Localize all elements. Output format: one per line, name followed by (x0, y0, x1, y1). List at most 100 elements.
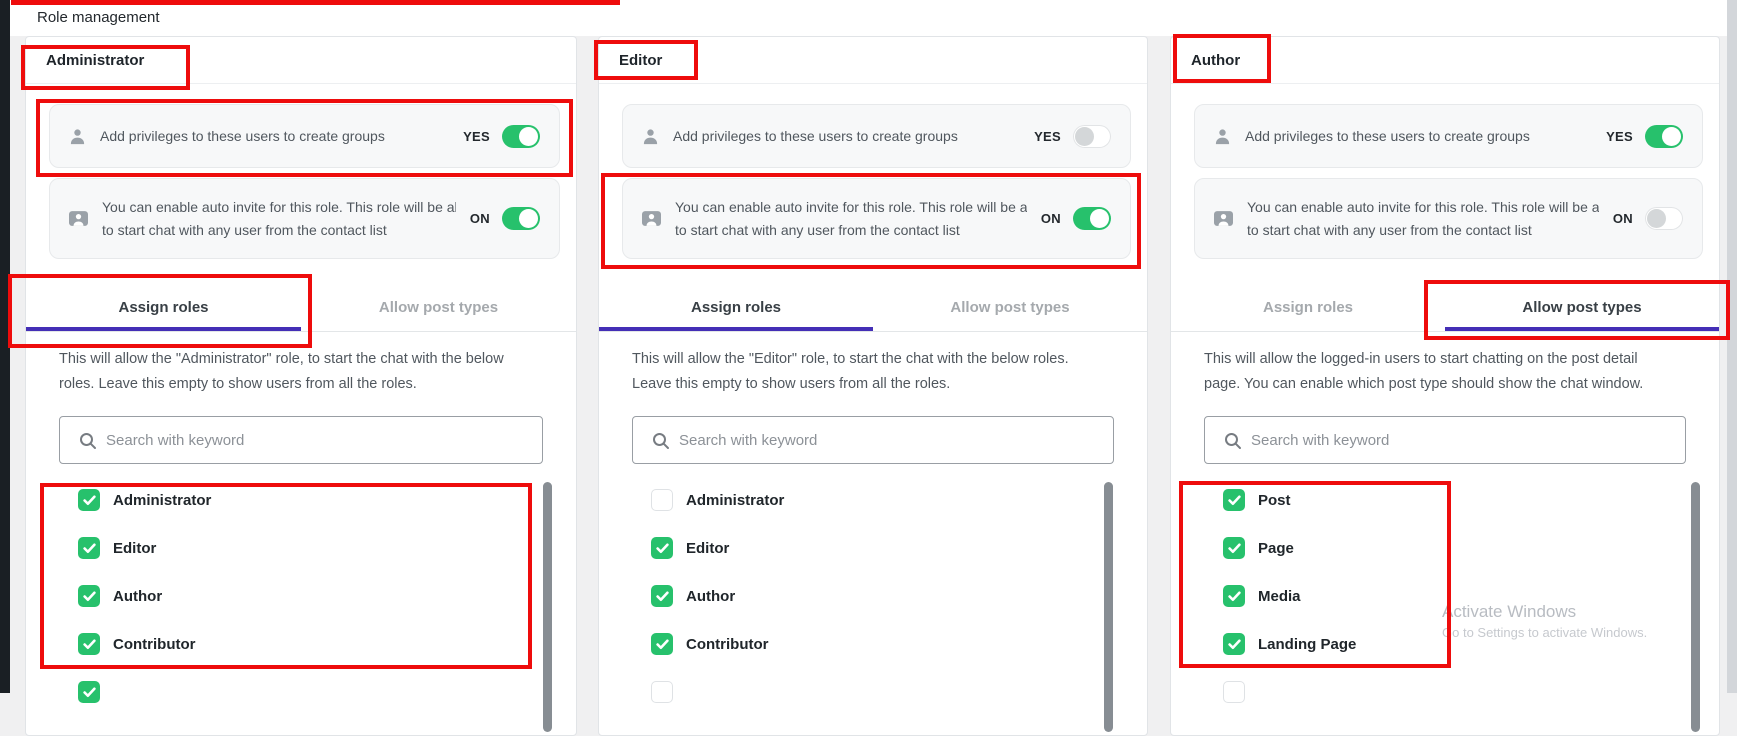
list-item-partial[interactable] (1223, 681, 1679, 703)
list-item[interactable]: Page (1223, 537, 1679, 559)
auto-invite-card: You can enable auto invite for this role… (49, 178, 560, 259)
check-icon (1228, 495, 1241, 506)
role-label: Administrator (113, 492, 211, 509)
check-icon (1228, 591, 1241, 602)
auto-invite-card: You can enable auto invite for this role… (622, 178, 1131, 259)
contact-card-icon (69, 210, 88, 227)
role-checkbox[interactable] (651, 489, 673, 511)
tab-assign-roles[interactable]: Assign roles (26, 285, 301, 331)
post-type-checkbox[interactable] (1223, 489, 1245, 511)
post-type-checkbox[interactable] (1223, 681, 1245, 703)
list-item-partial[interactable] (651, 681, 1107, 703)
auto-invite-text: You can enable auto invite for this role… (675, 196, 1027, 242)
search-box (1204, 416, 1686, 464)
list-item[interactable]: Editor (78, 537, 536, 559)
role-checkbox[interactable] (78, 585, 100, 607)
tab-assign-roles[interactable]: Assign roles (599, 285, 873, 331)
panel-header: Author (1171, 37, 1719, 84)
panel-header: Editor (599, 37, 1147, 84)
tab-assign-roles[interactable]: Assign roles (1171, 285, 1445, 331)
search-box (59, 416, 543, 464)
panel-header: Administrator (26, 37, 576, 84)
list-item[interactable]: Post (1223, 489, 1679, 511)
auto-invite-toggle[interactable] (502, 207, 540, 230)
post-type-label: Page (1258, 540, 1294, 557)
panel-tabs: Assign roles Allow post types (26, 285, 576, 332)
role-label: Administrator (686, 492, 784, 509)
tab-description: This will allow the "Editor" role, to st… (632, 347, 1127, 397)
search-icon (79, 432, 97, 455)
page-scrollbar[interactable] (1727, 0, 1737, 693)
toggle-knob (519, 127, 538, 146)
tab-allow-post-types[interactable]: Allow post types (1445, 285, 1719, 331)
role-label: Editor (686, 540, 729, 557)
post-type-label: Media (1258, 588, 1301, 605)
create-groups-toggle[interactable] (502, 125, 540, 148)
auto-invite-toggle[interactable] (1073, 207, 1111, 230)
toggle-knob (1647, 209, 1666, 228)
create-groups-card: Add privileges to these users to create … (622, 104, 1131, 168)
check-icon (83, 543, 96, 554)
list-item[interactable]: Contributor (651, 633, 1107, 655)
tab-allow-post-types[interactable]: Allow post types (301, 285, 576, 331)
list-item[interactable]: Administrator (651, 489, 1107, 511)
list-item[interactable]: Author (78, 585, 536, 607)
list-scrollbar[interactable] (543, 482, 552, 732)
role-checkbox[interactable] (78, 681, 100, 703)
activate-windows-watermark: Activate Windows Go to Settings to activ… (1442, 599, 1647, 640)
search-input[interactable] (633, 417, 1113, 463)
auto-invite-toggle[interactable] (1645, 207, 1683, 230)
person-icon (642, 128, 659, 145)
check-icon (656, 639, 669, 650)
role-checkbox[interactable] (651, 537, 673, 559)
person-icon (1214, 128, 1231, 145)
list-scrollbar[interactable] (1691, 482, 1700, 732)
create-groups-card: Add privileges to these users to create … (49, 104, 560, 168)
auto-invite-card: You can enable auto invite for this role… (1194, 178, 1703, 259)
panel-tabs: Assign roles Allow post types (1171, 285, 1719, 332)
toggle-state-label: YES (1034, 129, 1061, 144)
check-icon (1228, 639, 1241, 650)
role-panel-administrator: Administrator Add privileges to these us… (25, 36, 577, 736)
role-checkbox[interactable] (78, 537, 100, 559)
auto-invite-text: You can enable auto invite for this role… (102, 196, 456, 242)
role-checkbox[interactable] (651, 585, 673, 607)
search-box (632, 416, 1114, 464)
role-checkbox[interactable] (651, 681, 673, 703)
admin-sidebar-edge (0, 0, 10, 693)
toggle-state-label: ON (1041, 211, 1061, 226)
post-type-label: Post (1258, 492, 1291, 509)
role-title: Administrator (46, 52, 144, 69)
list-item-partial[interactable] (78, 681, 536, 703)
create-groups-toggle[interactable] (1073, 125, 1111, 148)
role-list: Administrator Editor Author Contributor (651, 489, 1107, 729)
post-type-label: Landing Page (1258, 636, 1356, 653)
tab-description: This will allow the "Administrator" role… (59, 347, 556, 397)
role-checkbox[interactable] (78, 489, 100, 511)
list-item[interactable]: Contributor (78, 633, 536, 655)
auto-invite-text: You can enable auto invite for this role… (1247, 196, 1599, 242)
toggle-knob (519, 209, 538, 228)
post-type-checkbox[interactable] (1223, 633, 1245, 655)
toggle-knob (1090, 209, 1109, 228)
role-title: Author (1191, 52, 1240, 69)
list-item[interactable]: Administrator (78, 489, 536, 511)
list-item[interactable]: Author (651, 585, 1107, 607)
panel-tabs: Assign roles Allow post types (599, 285, 1147, 332)
create-groups-toggle[interactable] (1645, 125, 1683, 148)
toggle-state-label: YES (1606, 129, 1633, 144)
list-item[interactable]: Editor (651, 537, 1107, 559)
role-checkbox[interactable] (78, 633, 100, 655)
role-title: Editor (619, 52, 662, 69)
create-groups-card: Add privileges to these users to create … (1194, 104, 1703, 168)
post-type-checkbox[interactable] (1223, 537, 1245, 559)
post-type-checkbox[interactable] (1223, 585, 1245, 607)
role-checkbox[interactable] (651, 633, 673, 655)
tab-description: This will allow the logged-in users to s… (1204, 347, 1699, 397)
list-scrollbar[interactable] (1104, 482, 1113, 732)
toggle-knob (1075, 127, 1094, 146)
search-input[interactable] (1205, 417, 1685, 463)
check-icon (83, 687, 96, 698)
tab-allow-post-types[interactable]: Allow post types (873, 285, 1147, 331)
search-input[interactable] (60, 417, 542, 463)
